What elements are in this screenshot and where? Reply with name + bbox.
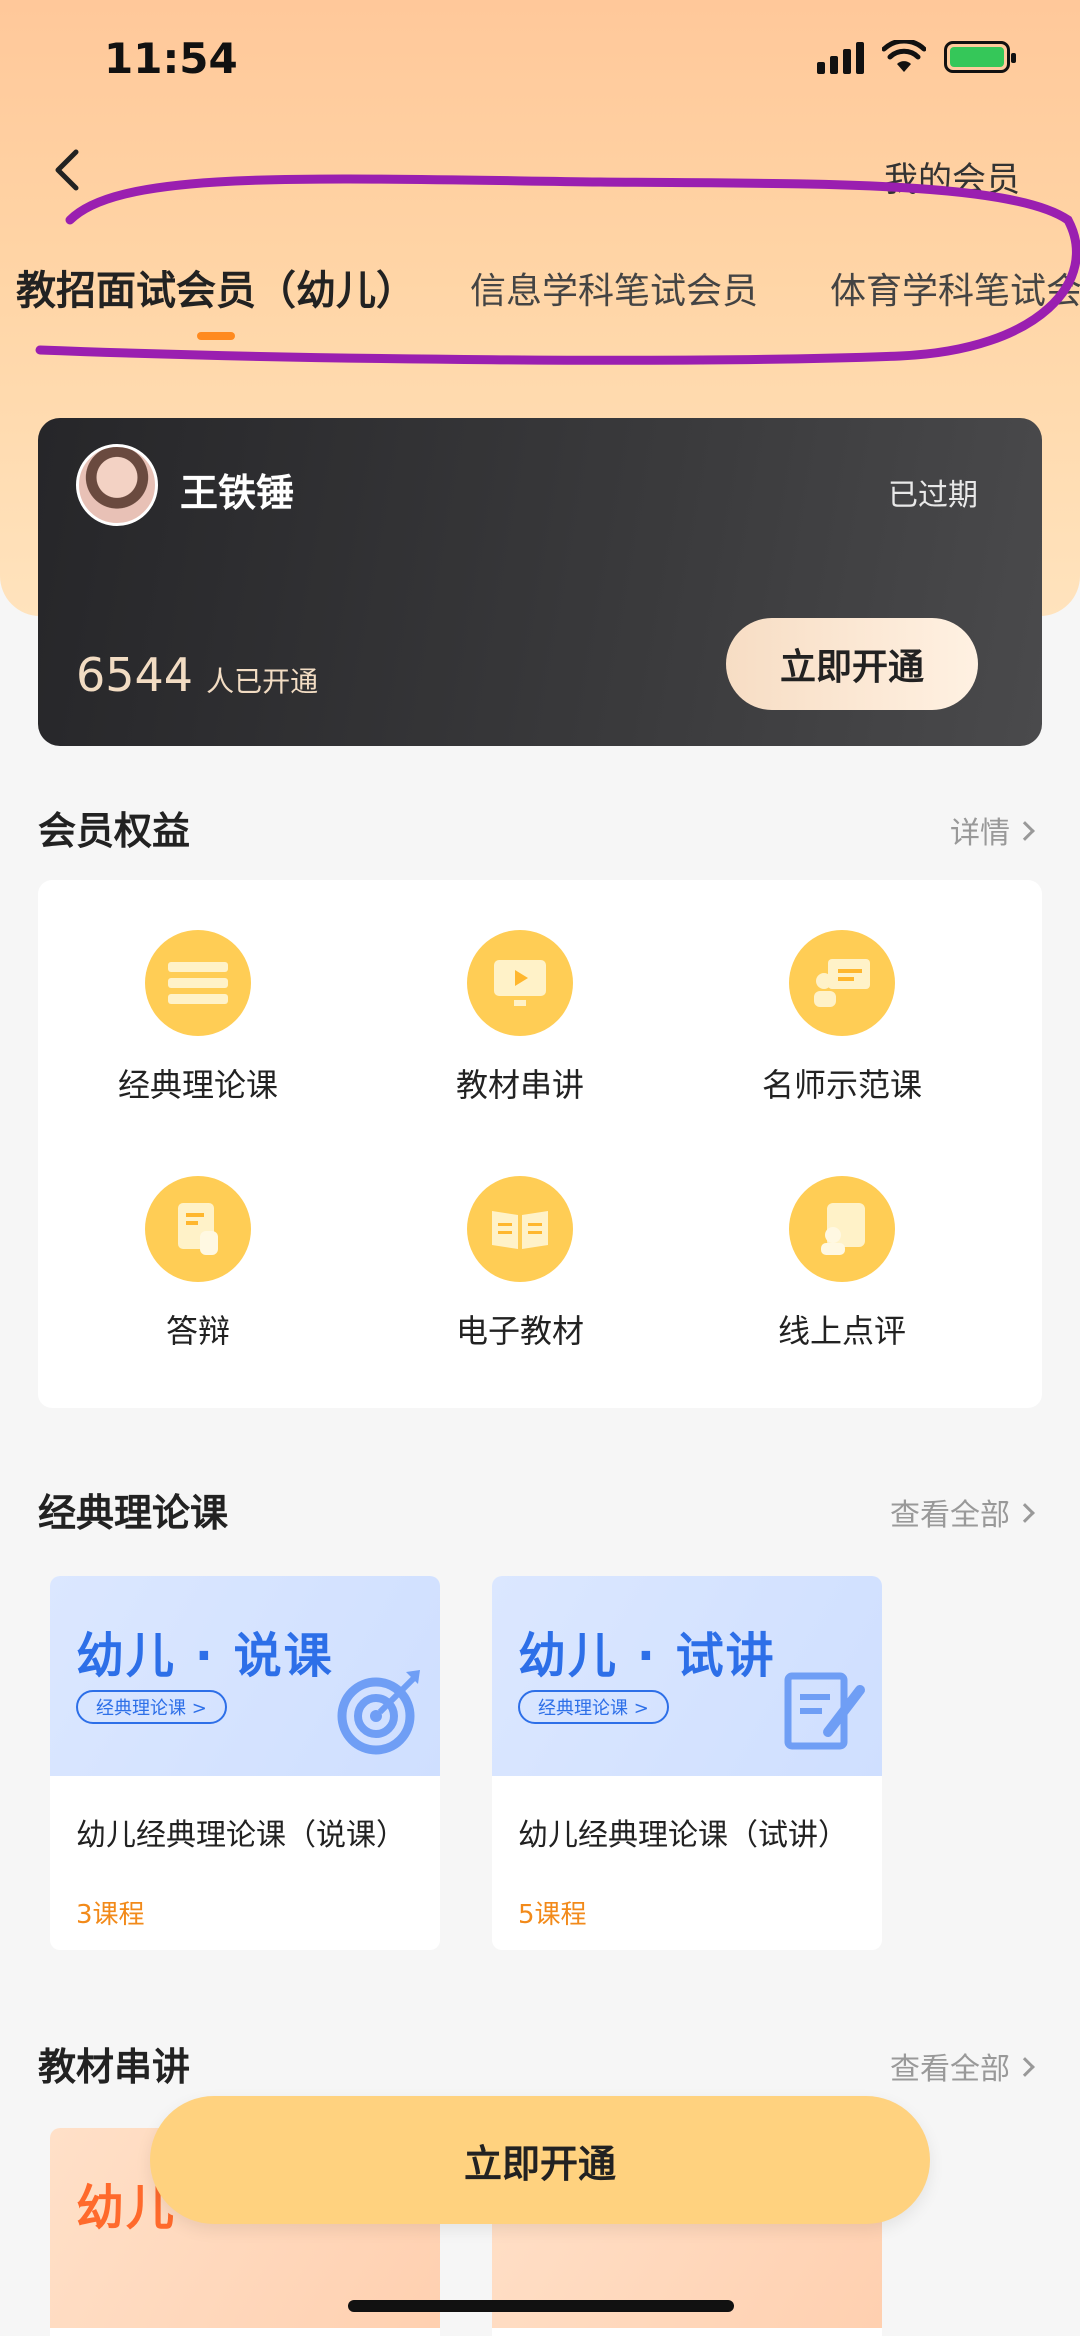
chevron-right-icon [1015,821,1035,841]
benefits-details-label: 详情 [950,816,1010,851]
course-card-shijiang[interactable]: 幼儿 · 试讲 经典理论课 > 幼儿经典理论课（试讲） 5课程 [492,1576,882,1950]
course-title: 幼儿经典理论课（说课） [76,1818,406,1853]
avatar[interactable] [76,444,158,526]
banner-title: 幼儿 · 说课 [76,1628,334,1684]
bottom-open-membership-button[interactable]: 立即开通 [150,2096,930,2224]
tab-kindergarten-interview[interactable]: 教招面试会员（幼儿） [16,258,416,316]
benefits-panel: 经典理论课 教材串讲 名师示范课 答辩 电子教材 线上点评 [38,880,1042,1408]
teacher-board-icon [789,930,895,1036]
subscriber-count: 6544 人已开通 [76,648,318,702]
course-card-shuoke[interactable]: 幼儿 · 说课 经典理论课 > 幼儿经典理论课（说课） 3课程 [50,1576,440,1950]
book-stack-icon [145,930,251,1036]
view-all-label: 查看全部 [890,2052,1010,2087]
chevron-right-icon [1015,2057,1035,2077]
benefit-label: 名师示范课 [761,1066,922,1104]
open-book-icon [467,1176,573,1282]
my-member-link[interactable]: 我的会员 [884,152,1020,201]
banner-title: 幼儿 · 试讲 [518,1628,776,1684]
course-count: 5课程 [518,1900,587,1930]
course-banner: 幼儿 · 说课 经典理论课 > [50,1576,440,1776]
banner-tag: 经典理论课 > [518,1690,669,1724]
tab-it-written[interactable]: 信息学科笔试会员 [470,262,758,314]
target-icon [337,1670,420,1755]
benefit-classic-theory[interactable]: 经典理论课 [38,930,358,1110]
textbook-view-all-link[interactable]: 查看全部 [890,2044,1035,2088]
nav-bar: 我的会员 [0,140,1080,210]
benefit-label: 电子教材 [455,1312,584,1350]
open-membership-button[interactable]: 立即开通 [726,618,978,710]
benefit-defense[interactable]: 答辩 [38,1176,358,1356]
textbook-section-title: 教材串讲 [38,2045,191,2089]
battery-icon [944,41,1016,73]
benefit-label: 答辩 [165,1312,230,1350]
status-bar: 11:54 [0,34,1080,94]
wifi-icon [882,40,926,72]
classic-section-title: 经典理论课 [38,1491,229,1535]
tab-pe-written[interactable]: 体育学科笔试会 [830,262,1080,314]
course-banner: 幼儿 · 试讲 经典理论课 > [492,1576,882,1776]
benefit-label: 教材串讲 [455,1066,584,1104]
view-all-label: 查看全部 [890,1498,1010,1533]
course-title: 幼儿经典理论课（试讲） [518,1818,848,1853]
document-hand-icon [145,1176,251,1282]
benefits-title: 会员权益 [38,809,191,853]
subscriber-label: 人已开通 [206,665,319,698]
banner-tag: 经典理论课 > [76,1690,227,1724]
benefit-online-review[interactable]: 线上点评 [682,1176,1002,1356]
username: 王铁锤 [180,471,295,515]
review-card-icon [789,1176,895,1282]
member-card: 王铁锤 已过期 6544 人已开通 立即开通 [38,418,1042,746]
status-icons [817,40,1016,74]
membership-status: 已过期 [888,478,978,513]
course-count: 3课程 [76,1900,145,1930]
benefit-textbook-lecture[interactable]: 教材串讲 [360,930,680,1110]
home-indicator [348,2300,734,2312]
back-arrow-icon[interactable] [44,144,92,196]
benefit-ebook[interactable]: 电子教材 [360,1176,680,1356]
benefits-details-link[interactable]: 详情 [950,808,1035,852]
subscriber-number: 6544 [76,648,194,702]
chevron-right-icon [1015,1503,1035,1523]
benefit-label: 经典理论课 [117,1066,278,1104]
benefit-label: 线上点评 [777,1312,906,1350]
membership-tabs: 教招面试会员（幼儿） 信息学科笔试会员 体育学科笔试会 [0,258,1080,348]
classic-view-all-link[interactable]: 查看全部 [890,1490,1035,1534]
signal-icon [817,40,864,74]
benefit-model-lesson[interactable]: 名师示范课 [682,930,1002,1110]
document-pen-icon [784,1672,865,1750]
status-time: 11:54 [104,34,238,83]
video-screen-icon [467,930,573,1036]
tab-active-indicator [197,332,235,340]
